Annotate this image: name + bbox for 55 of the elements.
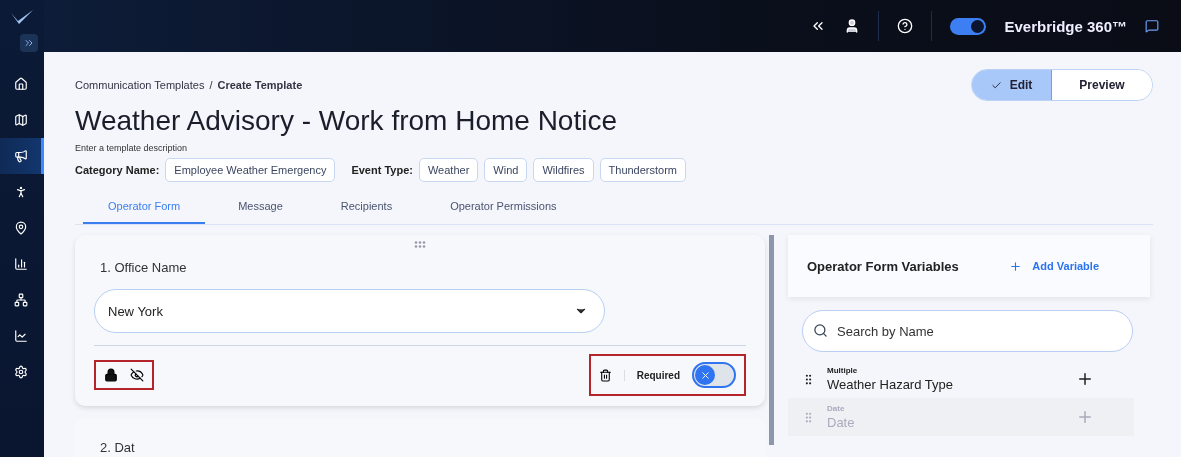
panel-title: Operator Form Variables (807, 258, 959, 274)
expand-button[interactable] (20, 34, 38, 52)
search-icon (813, 323, 828, 338)
drag-handle-icon[interactable] (414, 241, 426, 248)
event-tag: Thunderstorm (599, 158, 687, 182)
variable-item[interactable]: Multiple Weather Hazard Type (788, 360, 1134, 398)
check-icon (990, 79, 1002, 91)
settings-icon (13, 365, 28, 379)
template-title: Weather Advisory - Work from Home Notice (75, 105, 618, 137)
breadcrumb-link[interactable]: Communication Templates (75, 79, 205, 91)
trash-icon[interactable] (598, 368, 612, 382)
variable-name: Date (827, 415, 856, 430)
tab[interactable]: Operator Permissions (425, 192, 582, 224)
mode-button[interactable]: Preview (1052, 70, 1152, 100)
plus-icon (1009, 259, 1023, 273)
tab[interactable]: Message (213, 192, 308, 224)
lock-icon[interactable] (104, 368, 118, 382)
variable-type: Date (827, 404, 846, 413)
scrollbar[interactable] (769, 235, 774, 445)
search-field[interactable]: Search by Name (802, 310, 1133, 352)
office-select[interactable]: New York (94, 289, 605, 333)
event-tag: Weather (418, 158, 479, 182)
event-tag: Wildfires (533, 158, 594, 182)
description-placeholder[interactable]: Enter a template description (75, 143, 1153, 153)
network-icon (13, 293, 28, 307)
home-icon (13, 77, 28, 91)
tab[interactable]: Recipients (315, 192, 418, 224)
product-name: Everbridge 360™ (1004, 17, 1127, 35)
sidebar-item[interactable] (0, 138, 44, 174)
required-toggle[interactable] (692, 362, 736, 388)
variable-type: Multiple (827, 366, 859, 375)
bar-chart-icon (13, 257, 28, 271)
category-label: Category Name: (75, 164, 160, 176)
required-label: Required (623, 369, 680, 381)
close-icon (699, 369, 711, 381)
help-icon[interactable] (897, 18, 914, 34)
variable-name: Weather Hazard Type (827, 377, 954, 392)
product-toggle[interactable] (950, 17, 987, 35)
eye-off-icon[interactable] (130, 368, 144, 382)
map-icon (13, 113, 28, 127)
mode-button[interactable]: Edit (972, 70, 1052, 100)
chat-icon[interactable] (1145, 19, 1159, 33)
pin-icon (13, 221, 28, 235)
tab[interactable]: Operator Form (83, 192, 206, 224)
field-label: 1. Office Name (100, 260, 188, 275)
add-variable-button[interactable]: Add Variable (1003, 258, 1105, 274)
event-tag: Wind (484, 158, 528, 182)
breadcrumb-separator: / (209, 79, 213, 91)
category-tag: Employee Weather Emergency (165, 158, 336, 182)
megaphone-icon (13, 149, 28, 163)
event-type-label: Event Type: (351, 164, 413, 176)
breadcrumb-current: Create Template (217, 79, 303, 91)
add-icon[interactable] (1076, 370, 1094, 388)
line-chart-icon (13, 329, 28, 343)
double-chevron-icon (23, 37, 35, 49)
